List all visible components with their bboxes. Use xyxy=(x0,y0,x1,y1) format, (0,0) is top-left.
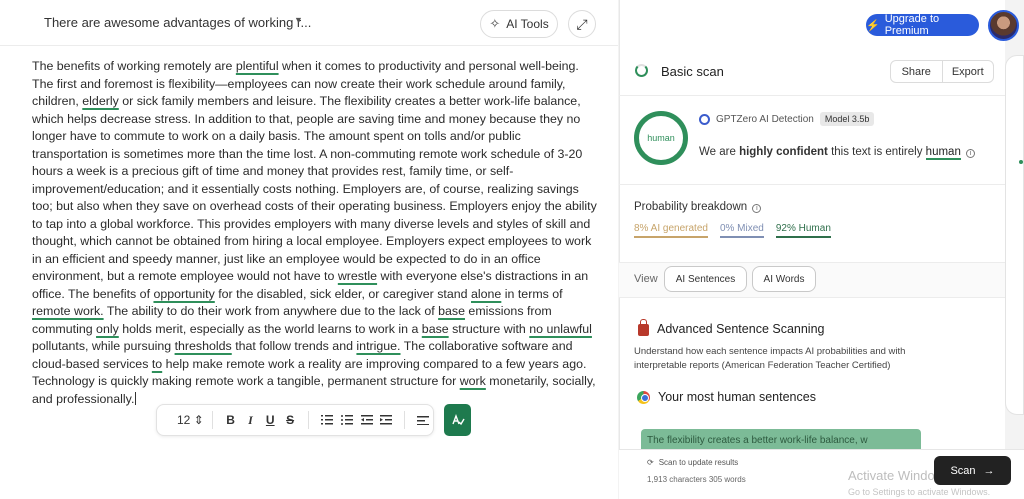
bottom-bar: ⟳ Scan to update results 1,913 character… xyxy=(619,449,1024,499)
ai-words-button[interactable]: AI Words xyxy=(752,266,816,292)
confidence-level: highly confident xyxy=(739,146,828,158)
character-word-count: 1,913 characters 305 words xyxy=(647,475,746,484)
badge-icon xyxy=(637,390,650,404)
export-button[interactable]: Export xyxy=(943,61,994,82)
flagged-word[interactable]: no unlawful xyxy=(529,322,592,336)
scan-title: Basic scan xyxy=(661,64,724,79)
flagged-word[interactable]: wrestle xyxy=(338,269,377,283)
ai-sentences-button[interactable]: AI Sentences xyxy=(664,266,747,292)
arrow-right-icon: → xyxy=(983,464,995,477)
flagged-word[interactable]: plentiful xyxy=(236,59,279,73)
flagged-word[interactable]: opportunity xyxy=(153,287,214,301)
gptzero-logo-icon xyxy=(699,113,710,125)
refresh-icon: ⟳ xyxy=(647,458,654,467)
outdent-icon[interactable] xyxy=(357,410,377,430)
info-icon[interactable]: i xyxy=(966,149,976,158)
indent-icon[interactable] xyxy=(376,410,396,430)
status-dot xyxy=(1019,160,1023,164)
scan-button[interactable]: Scan → xyxy=(934,456,1011,485)
ai-tools-button[interactable]: ✧ AI Tools xyxy=(480,10,558,38)
confidence-middle: this text is entirely xyxy=(827,146,926,158)
document-body[interactable]: The benefits of working remotely are ple… xyxy=(32,58,598,408)
flagged-word[interactable]: only xyxy=(96,322,119,336)
flagged-word[interactable]: alone xyxy=(471,287,501,301)
document-text: pollutants, while pursuing xyxy=(32,339,175,353)
flagged-word[interactable]: elderly xyxy=(82,94,119,108)
align-left-icon[interactable] xyxy=(413,410,433,430)
format-toolbar: 12 ⇕ B I U S xyxy=(156,404,434,436)
document-text: in terms of xyxy=(501,286,563,301)
probability-breakdown: Probability breakdown i 8% AI generated … xyxy=(619,186,1005,263)
human-score-ring: human xyxy=(634,111,688,165)
editor-pane: There are awesome advantages of working … xyxy=(0,0,618,499)
lightning-icon: ⚡ xyxy=(866,19,880,32)
document-text: The benefits of working remotely are xyxy=(32,59,236,73)
confidence-prefix: We are xyxy=(699,146,740,158)
flagged-word[interactable]: intrigue. xyxy=(356,339,400,353)
grammar-check-icon[interactable] xyxy=(444,404,471,436)
flagged-word[interactable]: work xyxy=(460,374,486,388)
probability-values: 8% AI generated 0% Mixed 92% Human xyxy=(634,223,831,238)
scan-header: Basic scan Share Export xyxy=(619,46,1005,96)
flagged-word[interactable]: remote work. xyxy=(32,304,104,318)
info-icon[interactable]: i xyxy=(752,204,762,213)
chevron-down-icon[interactable]: ▼ xyxy=(294,15,303,25)
flagged-word[interactable]: to xyxy=(152,357,162,371)
document-text: or sick family members and leisure. The … xyxy=(32,94,597,283)
bullet-list-icon[interactable] xyxy=(337,410,357,430)
activate-windows-subtitle: Go to Settings to activate Windows. xyxy=(848,487,991,497)
document-title[interactable]: There are awesome advantages of working … xyxy=(44,15,311,30)
toolbar-divider xyxy=(211,411,213,429)
sparkle-icon: ✧ xyxy=(489,16,501,31)
view-label: View xyxy=(634,273,658,285)
lock-icon xyxy=(638,319,649,336)
side-drawer-edge[interactable] xyxy=(1005,55,1024,415)
underline-button[interactable]: U xyxy=(260,410,280,430)
editor-header: There are awesome advantages of working … xyxy=(0,0,618,46)
document-text: that follow trends and xyxy=(231,339,357,353)
ai-tools-label: AI Tools xyxy=(506,17,549,31)
share-button[interactable]: Share xyxy=(891,61,943,82)
advanced-scanning-heading: Advanced Sentence Scanning xyxy=(638,319,825,336)
detector-name: GPTZero AI Detection xyxy=(716,113,814,125)
expand-icon[interactable]: ⤢ xyxy=(568,10,596,38)
advanced-scanning-description: Understand how each sentence impacts AI … xyxy=(634,346,906,371)
human-sentences-heading: Your most human sentences xyxy=(637,390,816,404)
confidence-statement: We are highly confident this text is ent… xyxy=(699,146,976,160)
numbered-list-icon[interactable] xyxy=(317,410,337,430)
avatar[interactable] xyxy=(988,10,1019,41)
toolbar-divider xyxy=(308,411,309,429)
ring-label: human xyxy=(647,133,675,143)
document-text: holds merit, especially as the world lea… xyxy=(118,321,422,336)
confidence-result: human xyxy=(925,146,961,160)
probability-title: Probability breakdown i xyxy=(634,201,762,213)
flagged-word[interactable]: base xyxy=(422,322,449,336)
result-summary: human GPTZero AI Detection Model 3.5b We… xyxy=(619,97,1005,185)
toolbar-divider xyxy=(404,411,406,429)
upgrade-button[interactable]: ⚡ Upgrade to Premium xyxy=(866,13,979,37)
flagged-word[interactable]: base xyxy=(438,304,465,318)
rescan-hint: ⟳ Scan to update results xyxy=(647,458,739,467)
detector-row: GPTZero AI Detection Model 3.5b xyxy=(699,112,875,126)
model-badge: Model 3.5b xyxy=(819,112,875,126)
human-sentence-card[interactable]: The flexibility creates a better work-li… xyxy=(641,429,921,451)
document-text: The ability to do their work from anywhe… xyxy=(103,304,439,318)
prob-human: 92% Human xyxy=(775,223,831,238)
upgrade-label: Upgrade to Premium xyxy=(884,13,940,37)
bold-button[interactable]: B xyxy=(221,410,241,430)
flagged-word[interactable]: thresholds xyxy=(175,339,232,353)
strikethrough-button[interactable]: S xyxy=(280,410,300,430)
prob-ai-generated: 8% AI generated xyxy=(634,223,708,238)
italic-button[interactable]: I xyxy=(241,410,261,430)
document-text: structure with xyxy=(448,321,530,336)
document-text: for the disabled, sick elder, or caregiv… xyxy=(214,286,471,301)
share-export-group: Share Export xyxy=(890,60,994,83)
font-size-select[interactable]: 12 ⇕ xyxy=(177,410,204,430)
text-cursor xyxy=(135,391,137,405)
loading-icon xyxy=(635,64,648,77)
prob-mixed: 0% Mixed xyxy=(719,223,764,238)
view-toggle: View AI Sentences AI Words xyxy=(619,263,1005,298)
